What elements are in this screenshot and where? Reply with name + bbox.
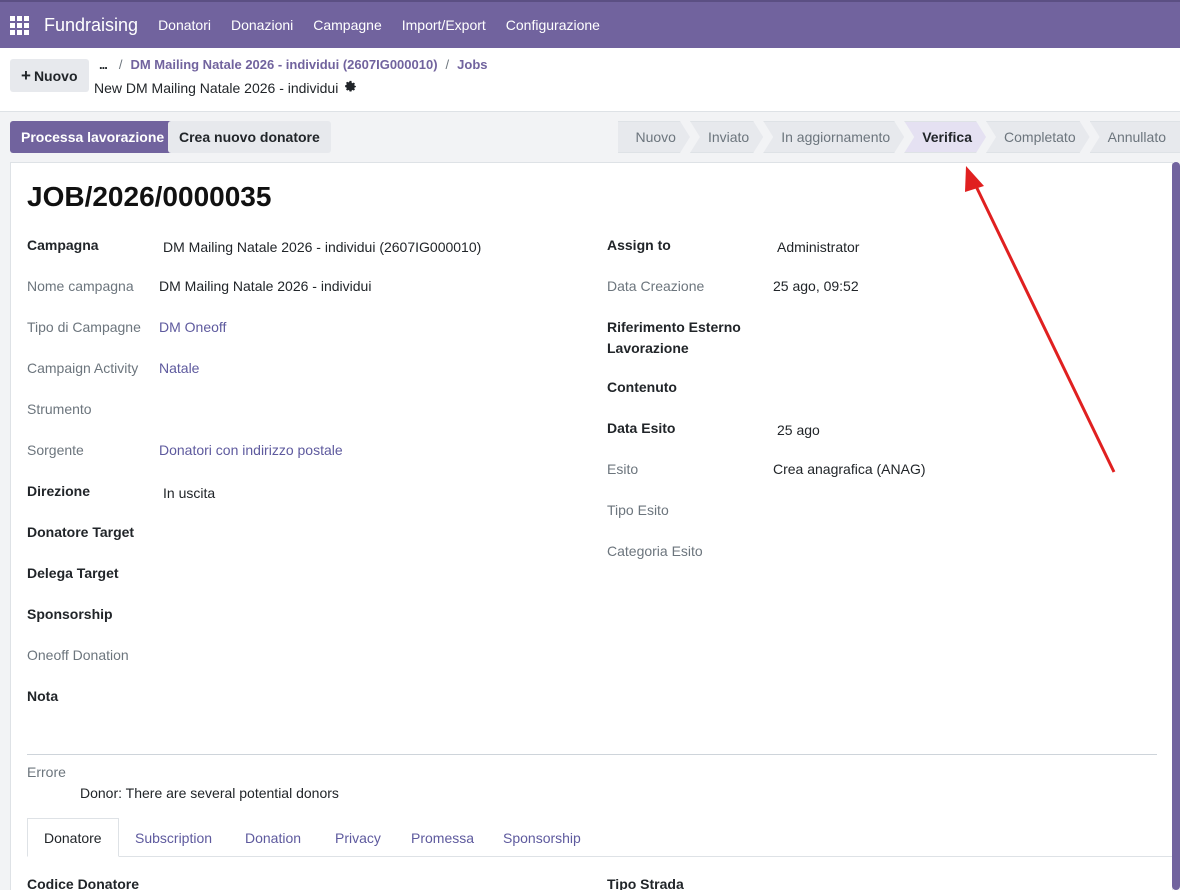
stage-completato[interactable]: Completato [986,121,1090,153]
campagna-value[interactable]: DM Mailing Natale 2026 - individui (2607… [163,239,481,255]
nav-item-donatori[interactable]: Donatori [148,17,221,33]
breadcrumb-jobs[interactable]: Jobs [457,57,487,72]
divider [27,754,1157,755]
breadcrumb: ... / DM Mailing Natale 2026 - individui… [99,57,488,72]
stage-verifica[interactable]: Verifica [904,121,986,153]
new-button[interactable]: + Nuovo [10,59,89,92]
data-esito-label: Data Esito [607,420,676,436]
codice-donatore-label: Codice Donatore [27,876,140,890]
campagna-label: Campagna [27,237,99,253]
campaign-activity-value[interactable]: Natale [159,360,199,376]
nav-item-import-export[interactable]: Import/Export [392,17,496,33]
data-creazione-value: 25 ago, 09:52 [773,278,859,294]
direzione-label: Direzione [27,483,91,499]
donatore-target-label: Donatore Target [27,524,135,540]
top-navbar: Fundraising Donatori Donazioni Campagne … [0,0,1180,48]
assign-to-label: Assign to [607,237,671,253]
stage-in-aggiornamento[interactable]: In aggiornamento [763,121,904,153]
categoria-esito-label: Categoria Esito [607,543,703,559]
esito-label: Esito [607,461,639,477]
direzione-value[interactable]: In uscita [163,485,215,501]
tipo-esito-label: Tipo Esito [607,502,669,518]
delega-target-label: Delega Target [27,565,119,581]
tipo-campagne-label: Tipo di Campagne [27,319,141,335]
esito-value: Crea anagrafica (ANAG) [773,461,926,477]
tab-donation[interactable]: Donation [229,818,317,857]
process-button[interactable]: Processa lavorazione [10,121,176,153]
nota-label: Nota [27,688,59,704]
stage-annullato[interactable]: Annullato [1089,121,1180,153]
campaign-activity-label: Campaign Activity [27,360,139,376]
gear-icon[interactable] [344,80,357,96]
oneoff-donation-label: Oneoff Donation [27,647,129,663]
strumento-label: Strumento [27,401,92,417]
nav-item-campagne[interactable]: Campagne [303,17,392,33]
tab-sponsorship[interactable]: Sponsorship [487,818,597,857]
riferimento-esterno-label: Riferimento Esterno [607,319,741,335]
create-donor-button[interactable]: Crea nuovo donatore [168,121,331,153]
nav-item-donazioni[interactable]: Donazioni [221,17,303,33]
scrollbar[interactable] [1172,162,1180,890]
errore-label: Errore [27,764,66,780]
record-name: New DM Mailing Natale 2026 - individui [94,80,357,96]
tipo-campagne-value[interactable]: DM Oneoff [159,319,226,335]
errore-value: Donor: There are several potential donor… [80,785,339,801]
breadcrumb-more-icon[interactable]: ... [99,57,108,72]
tab-donatore[interactable]: Donatore [27,818,119,857]
action-bar: Processa lavorazione Crea nuovo donatore… [0,112,1180,162]
nome-campagna-value: DM Mailing Natale 2026 - individui [159,278,372,294]
record-title: JOB/2026/0000035 [27,181,272,212]
contenuto-label: Contenuto [607,379,677,395]
apps-menu-icon[interactable] [2,2,36,48]
control-panel: + Nuovo ... / DM Mailing Natale 2026 - i… [0,48,1180,112]
plus-icon: + [21,65,31,85]
nav-item-configurazione[interactable]: Configurazione [496,17,610,33]
tab-subscription[interactable]: Subscription [119,818,228,857]
new-button-label: Nuovo [33,67,78,84]
stage-nuovo[interactable]: Nuovo [618,121,690,153]
stage-inviato[interactable]: Inviato [690,121,763,153]
app-brand[interactable]: Fundraising [44,15,138,36]
tipo-strada-label: Tipo Strada [607,876,684,890]
sorgente-value[interactable]: Donatori con indirizzo postale [159,442,343,458]
riferimento-esterno-label-2: Lavorazione [607,340,689,356]
form-sheet: JOB/2026/0000035 Campagna DM Mailing Nat… [10,162,1174,890]
assign-to-value[interactable]: Administrator [777,239,859,255]
breadcrumb-campaign[interactable]: DM Mailing Natale 2026 - individui (2607… [130,57,437,72]
nome-campagna-label: Nome campagna [27,278,134,294]
data-creazione-label: Data Creazione [607,278,705,294]
sorgente-label: Sorgente [27,442,84,458]
record-name-text: New DM Mailing Natale 2026 - individui [94,80,339,96]
notebook-tabs: Donatore Subscription Donation Privacy P… [27,818,1174,857]
status-bar: Nuovo Inviato In aggiornamento Verifica … [618,121,1180,153]
tab-promessa[interactable]: Promessa [395,818,490,857]
sponsorship-label: Sponsorship [27,606,113,622]
data-esito-value[interactable]: 25 ago [777,422,820,438]
tab-privacy[interactable]: Privacy [319,818,397,857]
